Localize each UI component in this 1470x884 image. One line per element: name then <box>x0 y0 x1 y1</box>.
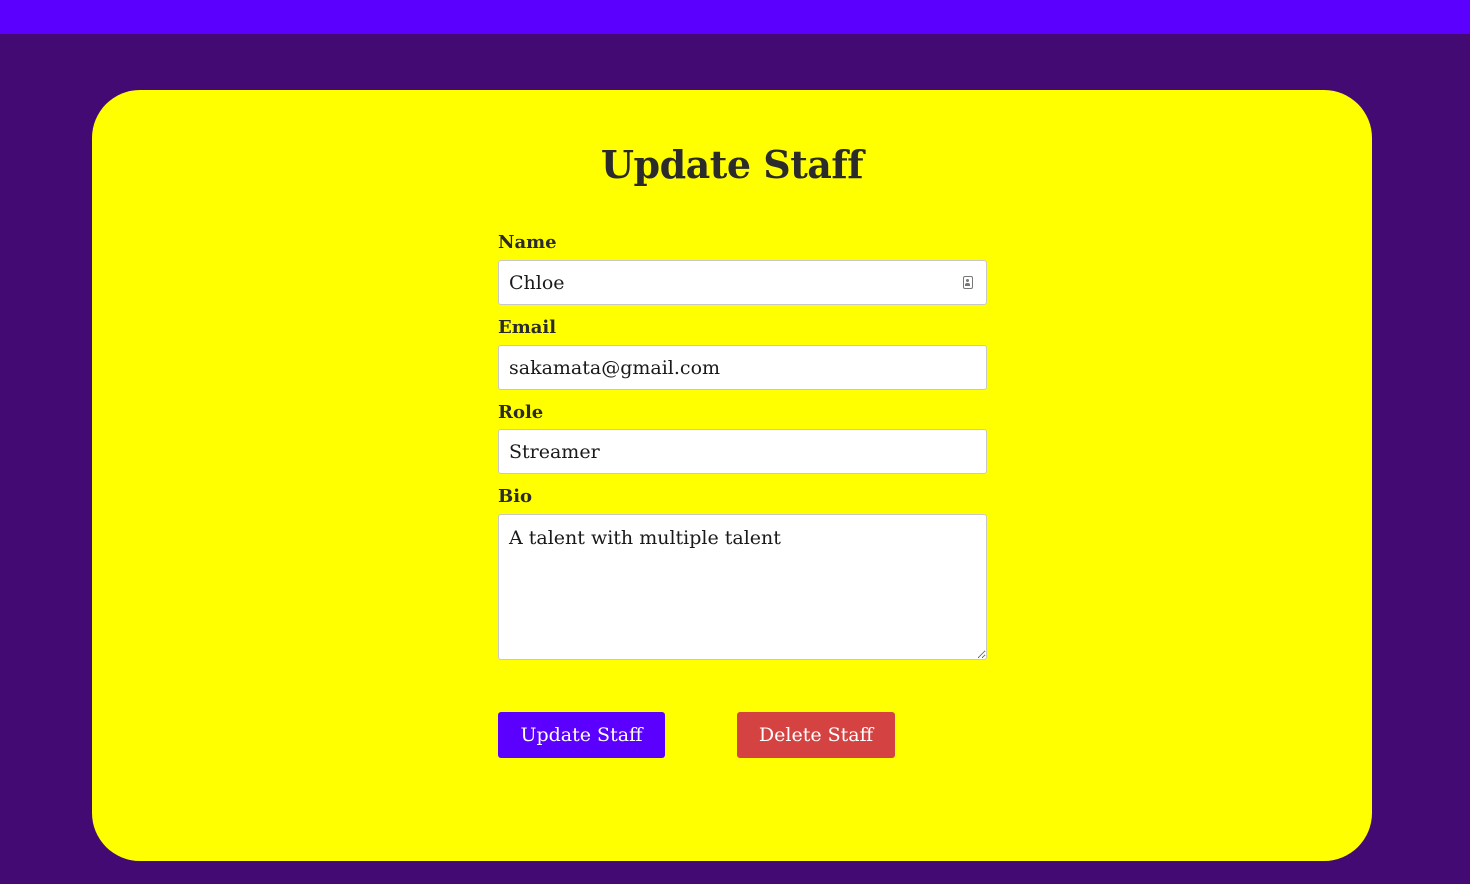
email-label: Email <box>498 317 557 338</box>
update-staff-card: Update Staff Name Email Role Bio A talen… <box>92 90 1372 861</box>
top-nav-bar <box>0 0 1470 34</box>
name-input[interactable] <box>498 260 987 305</box>
bio-label: Bio <box>498 486 533 507</box>
role-label: Role <box>498 402 544 423</box>
page-title: Update Staff <box>600 142 864 187</box>
contact-card-icon[interactable] <box>963 276 973 289</box>
role-input[interactable] <box>498 429 987 474</box>
bio-textarea[interactable]: A talent with multiple talent <box>498 514 987 660</box>
update-staff-button[interactable]: Update Staff <box>498 712 665 758</box>
delete-staff-button[interactable]: Delete Staff <box>737 712 895 758</box>
name-label: Name <box>498 232 557 253</box>
email-input[interactable] <box>498 345 987 390</box>
